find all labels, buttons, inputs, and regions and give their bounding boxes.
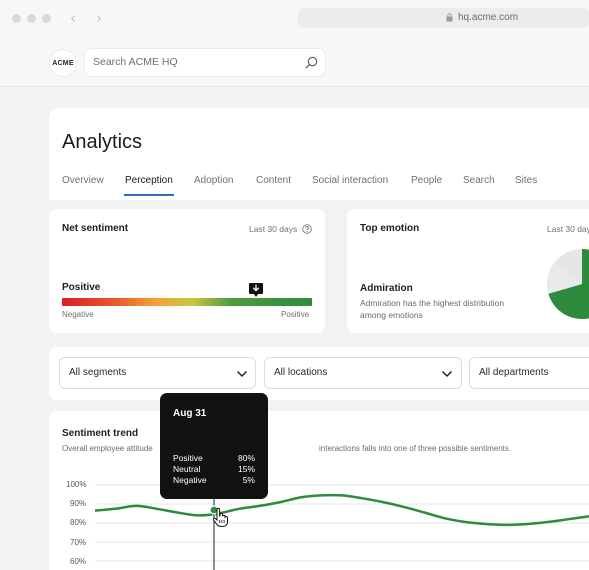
y-tick-label: 80% <box>70 518 87 527</box>
positive-label: Positive <box>281 310 310 319</box>
tab-perception[interactable]: Perception <box>125 175 173 186</box>
chart-tooltip: Aug 31 Positive 80% Neutral 15% Negative… <box>160 393 268 499</box>
y-tick-label: 90% <box>70 499 87 508</box>
tooltip-value: 80% <box>237 453 255 463</box>
card-title: Top emotion <box>360 223 420 234</box>
close-window-button[interactable] <box>12 14 21 23</box>
tooltip-label: Neutral <box>173 464 201 474</box>
card-description-start: Overall employee attitude <box>62 444 153 453</box>
maximize-window-button[interactable] <box>42 14 51 23</box>
hand-cursor-icon <box>212 507 229 527</box>
tab-overview[interactable]: Overview <box>62 175 104 186</box>
top-emotion-name: Admiration <box>360 283 413 294</box>
top-emotion-description: Admiration has the highest distribution … <box>360 298 505 320</box>
url-text: hq.acme.com <box>458 12 519 23</box>
card-title: Net sentiment <box>62 223 129 234</box>
tooltip-value: 15% <box>237 464 255 474</box>
chevron-right-icon[interactable]: › <box>96 9 102 27</box>
tooltip-value: 5% <box>242 475 255 485</box>
chevron-left-icon[interactable]: ‹ <box>70 9 76 27</box>
y-tick-label: 60% <box>70 557 87 566</box>
select-value: All locations <box>274 367 328 378</box>
select-value: All departments <box>479 367 549 378</box>
sentiment-marker-icon <box>249 283 263 297</box>
card-description-end: interactions falls into one of three pos… <box>319 444 512 453</box>
lock-icon <box>446 13 453 22</box>
net-sentiment-card: Net sentiment Last 30 days Positive Nega… <box>49 209 325 333</box>
help-icon[interactable] <box>302 224 312 234</box>
chevron-down-icon <box>441 370 453 378</box>
tab-search[interactable]: Search <box>463 175 495 186</box>
card-title: Sentiment trend <box>62 428 139 439</box>
address-bar[interactable]: hq.acme.com <box>298 8 589 28</box>
tooltip-label: Negative <box>173 475 207 485</box>
search-input[interactable]: Search ACME HQ <box>85 49 325 76</box>
locations-select[interactable]: All locations <box>264 357 462 389</box>
emotion-pie-chart <box>547 249 589 319</box>
period-label: Last 30 days <box>547 224 589 234</box>
tooltip-label: Positive <box>173 453 203 463</box>
y-tick-label: 70% <box>70 538 87 547</box>
departments-select[interactable]: All departments <box>469 357 589 389</box>
select-value: All segments <box>69 367 127 378</box>
negative-label: Negative <box>62 310 94 319</box>
y-tick-label: 100% <box>66 480 87 489</box>
tab-people[interactable]: People <box>411 175 442 186</box>
period-label: Last 30 days <box>249 224 298 234</box>
segments-select[interactable]: All segments <box>59 357 256 389</box>
tab-adoption[interactable]: Adoption <box>194 175 233 186</box>
sentiment-trend-card: Sentiment trend Overall employee attitud… <box>49 411 589 570</box>
browser-toolbar: ‹ › hq.acme.com <box>0 0 589 38</box>
acme-logo[interactable]: ACME <box>50 50 76 76</box>
tab-social-interaction[interactable]: Social interaction <box>312 175 388 186</box>
sentiment-value: Positive <box>62 282 101 293</box>
tooltip-date: Aug 31 <box>173 408 207 419</box>
tab-sites[interactable]: Sites <box>515 175 537 186</box>
page-title: Analytics <box>62 131 143 153</box>
tab-content[interactable]: Content <box>256 175 291 186</box>
top-emotion-card: Top emotion Last 30 days Admiration Admi… <box>347 209 589 333</box>
filter-bar: All segments All locations All departmen… <box>49 347 589 400</box>
search-placeholder: Search ACME HQ <box>93 56 178 68</box>
sentiment-gradient-bar <box>62 298 312 306</box>
active-tab-indicator <box>124 194 174 196</box>
chevron-down-icon <box>236 370 248 378</box>
minimize-window-button[interactable] <box>27 14 36 23</box>
search-icon[interactable] <box>305 56 318 69</box>
analytics-header-card: Analytics Overview Perception Adoption C… <box>49 108 589 200</box>
